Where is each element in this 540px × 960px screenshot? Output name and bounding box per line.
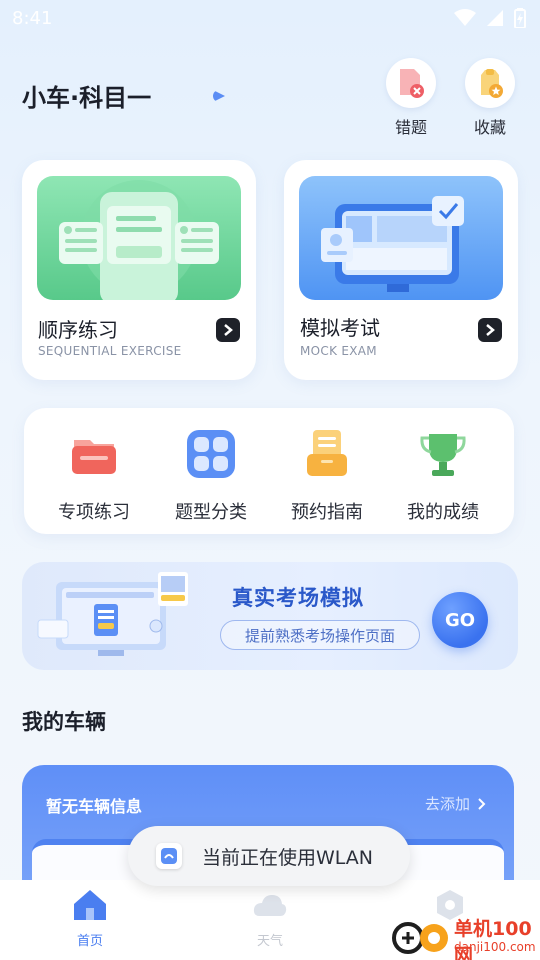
appointment-guide-button[interactable]: 预约指南 [272, 426, 382, 524]
watermark-logo-icon [392, 922, 448, 954]
no-vehicle-text: 暂无车辆信息 [46, 797, 143, 816]
mock-exam-card[interactable]: 模拟考试 MOCK EXAM [284, 160, 518, 380]
sequential-exercise-card[interactable]: 顺序练习 SEQUENTIAL EXERCISE [22, 160, 256, 380]
question-types-button[interactable]: 题型分类 [156, 426, 266, 524]
question-types-label: 题型分类 [175, 502, 247, 523]
mock-exam-illustration [299, 176, 503, 300]
folder-icon [66, 426, 122, 482]
my-scores-button[interactable]: 我的成绩 [388, 426, 498, 524]
status-icons [454, 8, 526, 28]
sequential-exercise-illustration [37, 176, 241, 300]
exam-simulation-subtitle: 提前熟悉考场操作页面 [220, 620, 420, 650]
title-indicator-icon [213, 90, 225, 102]
battery-icon [514, 8, 526, 28]
favorites-icon [465, 58, 515, 108]
appointment-guide-label: 预约指南 [291, 502, 363, 523]
wrong-questions-icon [386, 58, 436, 108]
app-icon [156, 843, 182, 869]
nav-weather[interactable]: 天气 [230, 888, 310, 949]
add-vehicle-label: 去添加 [424, 795, 470, 813]
watermark: 单机100网 danji100.com [392, 912, 540, 960]
favorites-label: 收藏 [473, 118, 506, 137]
sequential-exercise-title: 顺序练习 [38, 318, 118, 342]
nav-weather-label: 天气 [256, 934, 283, 949]
status-time: 8:41 [12, 7, 53, 29]
document-icon [299, 426, 355, 482]
wlan-toast: 当前正在使用WLAN [128, 826, 410, 886]
sequential-exercise-subtitle: SEQUENTIAL EXERCISE [38, 344, 182, 358]
watermark-url: danji100.com [454, 940, 536, 954]
exam-simulation-banner[interactable]: 真实考场模拟 提前熟悉考场操作页面 GO [22, 562, 518, 670]
mock-exam-subtitle: MOCK EXAM [300, 344, 377, 358]
toast-text: 当前正在使用WLAN [202, 846, 374, 869]
special-practice-button[interactable]: 专项练习 [39, 426, 149, 524]
grid-icon [183, 426, 239, 482]
my-scores-label: 我的成绩 [407, 502, 479, 523]
signal-icon [487, 10, 503, 26]
chevron-right-icon [478, 318, 502, 342]
add-vehicle-link[interactable]: 去添加 [425, 793, 486, 814]
chevron-right-icon [216, 318, 240, 342]
trophy-icon [415, 426, 471, 482]
wrong-questions-button[interactable]: 错题 [376, 58, 446, 138]
my-vehicles-heading: 我的车辆 [22, 710, 106, 734]
status-bar: 8:41 [0, 0, 540, 36]
mock-exam-title: 模拟考试 [300, 316, 380, 340]
nav-home-label: 首页 [76, 934, 103, 949]
chevron-right-icon [478, 797, 486, 810]
exam-simulation-title: 真实考场模拟 [232, 586, 364, 610]
favorites-button[interactable]: 收藏 [455, 58, 525, 138]
special-practice-label: 专项练习 [58, 502, 130, 523]
wifi-icon [454, 9, 476, 26]
home-icon [74, 890, 106, 920]
go-button[interactable]: GO [432, 592, 488, 648]
cloud-icon [253, 895, 287, 916]
exam-simulation-illustration [37, 572, 188, 656]
quick-tools-panel: 专项练习 题型分类 预约指南 我的成绩 [24, 408, 514, 534]
wrong-questions-label: 错题 [394, 118, 427, 137]
nav-home[interactable]: 首页 [50, 888, 130, 949]
page-title[interactable]: 小车·科目一 [22, 78, 151, 113]
